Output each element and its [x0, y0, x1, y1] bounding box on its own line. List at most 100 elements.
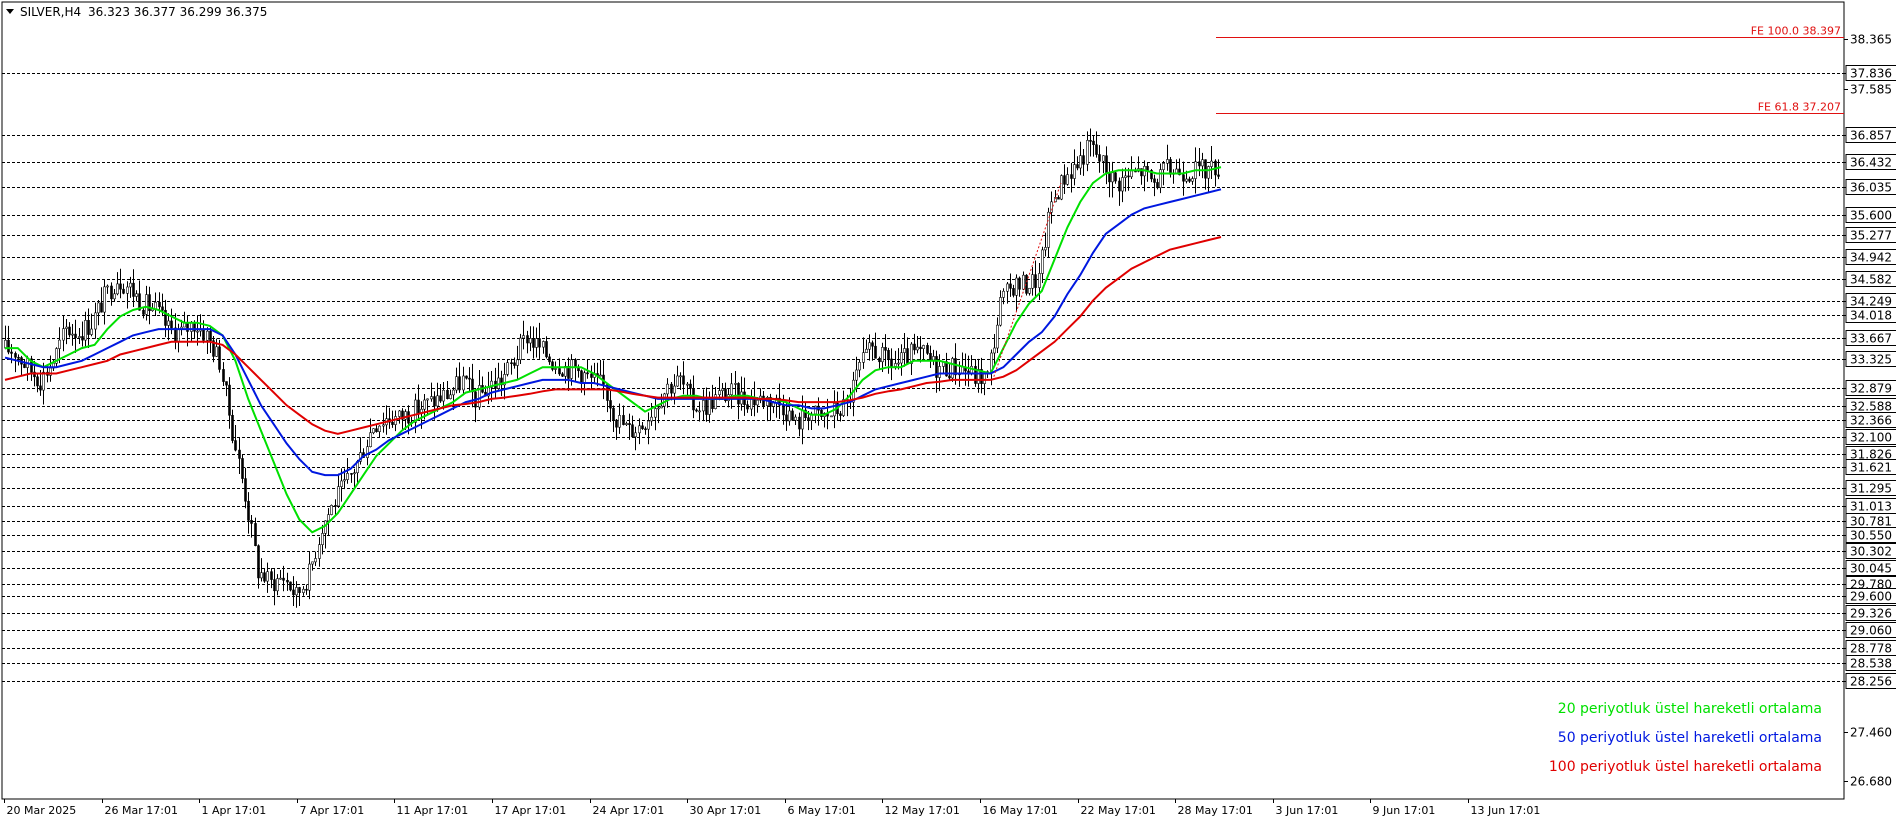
candle-body	[442, 389, 445, 402]
candle-body	[529, 338, 532, 344]
candle-body	[1201, 159, 1204, 167]
level-label: 31.013	[1850, 500, 1892, 514]
candle-body	[161, 306, 164, 311]
candle-body	[634, 432, 637, 438]
candle-body	[919, 346, 922, 350]
candle-body	[215, 346, 218, 357]
candle-body	[311, 561, 314, 565]
level-label: 30.550	[1850, 529, 1892, 543]
candle-body	[455, 376, 458, 391]
candle-body	[231, 414, 234, 441]
price-axis: 37.836 36.857 36.432 36.035 35.600 35.277 34.9…	[1844, 33, 1896, 789]
candle-body	[874, 345, 877, 359]
candle-body	[1057, 197, 1060, 200]
candle-body	[788, 410, 791, 422]
candle-body	[7, 339, 10, 353]
x-tick-label: 28 May 17:01	[1178, 804, 1253, 817]
candle-body	[676, 375, 679, 387]
candle-body	[68, 326, 71, 336]
candle-body	[1060, 175, 1063, 200]
candle-body	[1041, 249, 1044, 274]
candle-body	[1098, 154, 1101, 162]
candle-body	[337, 486, 340, 507]
candle-body	[814, 405, 817, 415]
candle-body	[1198, 161, 1201, 167]
plot-area	[1, 1, 1845, 800]
level-label: 28.538	[1850, 657, 1892, 671]
candle-body	[641, 425, 644, 430]
candle-body	[737, 383, 740, 405]
level-label: 34.018	[1850, 309, 1892, 323]
candle-body	[206, 330, 209, 341]
candle-body	[423, 399, 426, 410]
fe-label: FE 100.0 38.397	[1751, 25, 1841, 38]
candle-body	[615, 419, 618, 428]
level-label: 32.366	[1850, 414, 1892, 428]
candle-body	[106, 285, 109, 288]
candle-body	[1038, 273, 1041, 288]
candle-body	[590, 373, 593, 378]
candle-body	[324, 520, 327, 534]
candle-body	[276, 578, 279, 592]
candle-body	[74, 333, 77, 339]
candle-body	[721, 388, 724, 391]
x-tick-label: 6 May 17:01	[788, 804, 856, 817]
candle-body	[631, 424, 634, 438]
candle-body	[462, 375, 465, 391]
candle-body	[612, 407, 615, 421]
candle-body	[855, 369, 858, 381]
candle-body	[238, 449, 241, 459]
candle-body	[100, 302, 103, 313]
candle-body	[449, 394, 452, 400]
candle-body	[746, 404, 749, 410]
chart-window: FE 100.0 38.397 FE 61.8 37.207 37.836 36.8…	[0, 0, 1896, 820]
candle-body	[532, 338, 535, 348]
candle-body	[798, 416, 801, 430]
level-label: 30.781	[1850, 515, 1892, 529]
candle-body	[542, 341, 545, 348]
candle-body	[650, 416, 653, 422]
candle-body	[551, 361, 554, 370]
candle-body	[506, 362, 509, 375]
candle-body	[1102, 155, 1105, 162]
candle-body	[622, 415, 625, 425]
candle-body	[871, 342, 874, 347]
candle-body	[1012, 288, 1015, 296]
candle-body	[1111, 172, 1114, 183]
candle-body	[289, 581, 292, 591]
candle-body	[516, 359, 519, 366]
candle-body	[558, 368, 561, 375]
candle-body	[270, 571, 273, 580]
candle-body	[126, 286, 129, 294]
level-label: 35.600	[1850, 209, 1892, 223]
candle-body	[756, 399, 759, 406]
candle-body	[862, 352, 865, 363]
x-tick-label: 20 Mar 2025	[7, 804, 77, 817]
level-label: 37.836	[1850, 67, 1892, 81]
candle-body	[340, 480, 343, 487]
candle-body	[292, 589, 295, 596]
level-label: 33.325	[1850, 353, 1892, 367]
candle-body	[177, 328, 180, 342]
candle-body	[142, 309, 145, 315]
candle-body	[1156, 182, 1159, 189]
candle-body	[894, 363, 897, 367]
x-tick-label: 24 Apr 17:01	[593, 804, 665, 817]
candle-body	[1191, 178, 1194, 182]
candle-body	[36, 376, 39, 387]
candle-body	[926, 345, 929, 354]
candle-body	[1182, 174, 1185, 182]
candle-body	[158, 301, 161, 308]
candle-body	[1070, 174, 1073, 179]
ohlc-values: 36.323 36.377 36.299 36.375	[88, 5, 267, 19]
candle-body	[378, 425, 381, 432]
candle-body	[1162, 163, 1165, 170]
candle-body	[23, 363, 26, 368]
candle-body	[580, 370, 583, 384]
candle-body	[1073, 164, 1076, 179]
candle-body	[129, 282, 132, 288]
candle-body	[900, 352, 903, 364]
candle-body	[903, 348, 906, 353]
candle-body	[353, 472, 356, 475]
candle-body	[318, 544, 321, 559]
